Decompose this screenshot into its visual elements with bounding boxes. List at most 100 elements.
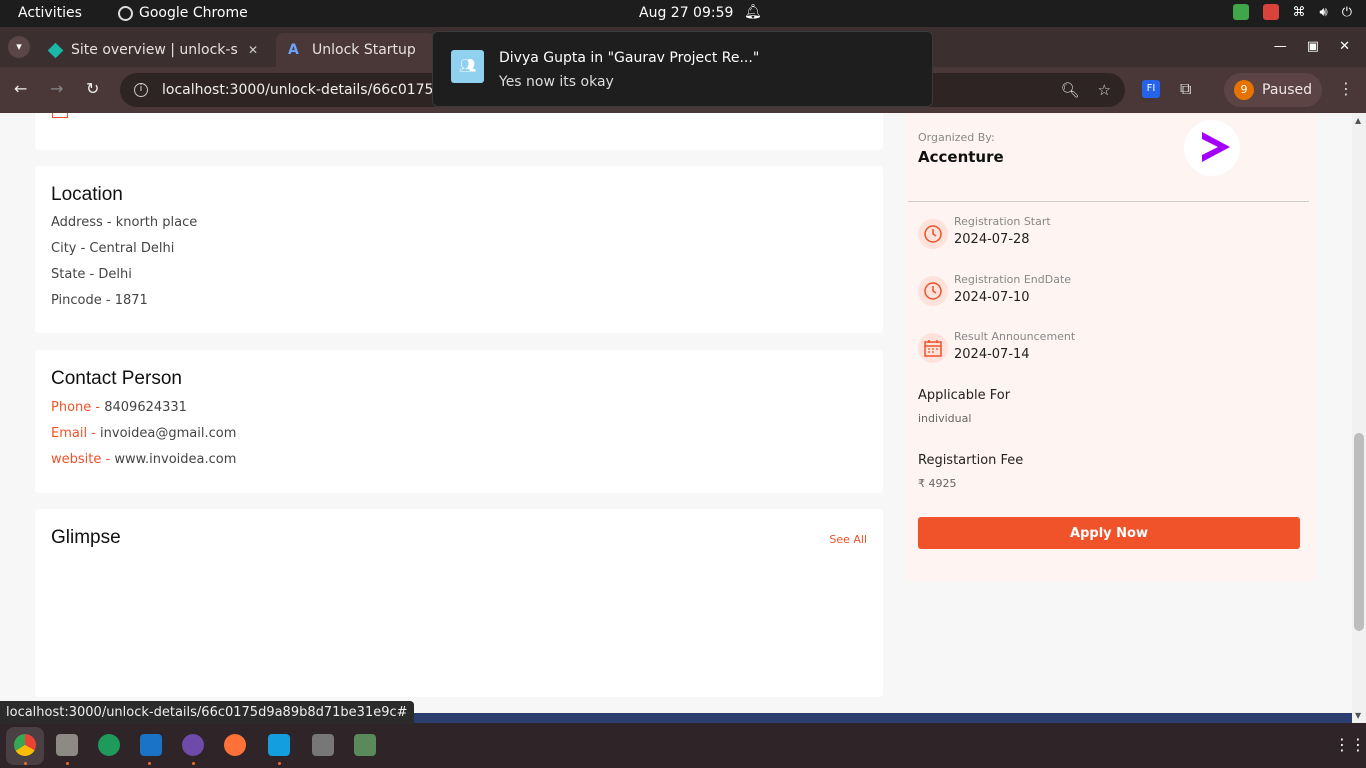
website-value: www.invoidea.com (114, 452, 237, 467)
page-scrollbar[interactable]: ▲ ▼ (1352, 113, 1366, 723)
fee-value: ₹ 4925 (918, 477, 957, 490)
profile-avatar: 9 (1234, 80, 1254, 100)
power-icon[interactable]: ⏻ (1342, 5, 1352, 20)
vscode-icon[interactable] (140, 734, 162, 756)
chrome-icon (118, 5, 133, 21)
running-indicator (66, 762, 69, 765)
phone-value: 8409624331 (104, 400, 187, 415)
email-value: invoidea@gmail.com (100, 426, 237, 441)
notification-popup[interactable]: 👥︎ Divya Gupta in "Gaurav Project Re..."… (432, 31, 933, 107)
organized-by-label: Organized By: (918, 131, 995, 144)
site-info-icon[interactable]: i (134, 83, 148, 97)
reg-end-value: 2024-07-10 (954, 290, 1030, 305)
link-status-bar: localhost:3000/unlock-details/66c0175d9a… (0, 701, 414, 724)
firefox-icon[interactable] (224, 734, 246, 756)
forward-icon[interactable]: → (50, 79, 63, 98)
netlify-icon (47, 42, 64, 58)
state-line: State - Delhi (51, 267, 132, 282)
close-icon[interactable]: ✕ (248, 43, 258, 57)
reg-end-label: Registration EndDate (954, 273, 1072, 286)
running-indicator (278, 762, 281, 765)
glimpse-heading: Glimpse (51, 527, 121, 548)
accenture-logo (1184, 120, 1240, 176)
location-heading: Location (51, 184, 123, 205)
calendar-icon (52, 113, 68, 118)
clock-icon (918, 219, 948, 249)
email-label: Email - (51, 426, 101, 441)
tab-site-overview[interactable]: Site overview | unlock-st ✕ (38, 33, 270, 67)
applicable-label: Applicable For (918, 388, 1011, 403)
github-desktop-icon[interactable] (182, 734, 204, 756)
profile-button[interactable]: 9 Paused (1224, 73, 1322, 107)
url-text: localhost:3000/unlock-details/66c0175d9a… (162, 82, 469, 98)
maximize-icon[interactable]: ▣ (1307, 39, 1319, 54)
running-indicator (24, 762, 27, 765)
reload-icon[interactable]: ↻ (86, 79, 99, 98)
clock-icon (918, 276, 948, 306)
page-content: Location Address - knorth place City - C… (0, 113, 1352, 713)
glimpse-card: Glimpse See All (35, 509, 883, 697)
reg-start-label: Registration Start (954, 215, 1051, 228)
event-details-panel: Organized By: Accenture Registration Sta… (906, 113, 1316, 581)
email-line: Email - invoidea@gmail.com (51, 426, 236, 441)
mongodb-compass-icon[interactable] (98, 734, 120, 756)
result-value: 2024-07-14 (954, 347, 1030, 362)
tray-app-icon[interactable] (1262, 4, 1279, 20)
app-menu[interactable]: Google Chrome (118, 5, 248, 21)
system-tray[interactable]: ⌘ 🔊︎ ⏻ (1232, 4, 1352, 20)
scroll-down-icon[interactable]: ▼ (1355, 711, 1361, 720)
back-icon[interactable]: ← (14, 79, 27, 98)
tab-title: Unlock Startup (312, 42, 416, 58)
apply-now-button[interactable]: Apply Now (918, 517, 1300, 549)
address-line: Address - knorth place (51, 215, 198, 230)
running-indicator (148, 762, 151, 765)
scroll-up-icon[interactable]: ▲ (1355, 116, 1361, 125)
location-card: Location Address - knorth place City - C… (35, 166, 883, 333)
tab-unlock-startup[interactable]: A Unlock Startup (276, 33, 436, 67)
calendar-icon (918, 333, 948, 363)
contact-heading: Contact Person (51, 368, 182, 389)
zoom-icon[interactable]: 🔍︎ (1061, 81, 1080, 99)
pincode-line: Pincode - 1871 (51, 293, 148, 308)
csv-file-icon[interactable] (312, 734, 334, 756)
notification-title: Divya Gupta in "Gaurav Project Re..." (499, 50, 760, 66)
taskbar-dock: ⋮⋮⋮ (0, 723, 1366, 768)
organizer-name: Accenture (918, 148, 1004, 166)
window-controls: — ▣ ✕ (1274, 39, 1350, 54)
close-icon[interactable]: ✕ (1339, 39, 1350, 54)
result-label: Result Announcement (954, 330, 1076, 343)
contact-card: Contact Person Phone - 8409624331 Email … (35, 350, 883, 493)
chrome-icon[interactable] (14, 734, 36, 756)
show-apps-icon[interactable]: ⋮⋮⋮ (1334, 735, 1366, 754)
website-line: website - www.invoidea.com (51, 452, 236, 467)
activities-button[interactable]: Activities (18, 5, 82, 21)
divider (908, 201, 1309, 202)
extensions-puzzle-icon[interactable]: ⧉ (1180, 79, 1191, 99)
phone-line: Phone - 8409624331 (51, 400, 187, 415)
app-name: Google Chrome (139, 5, 248, 21)
reg-start-value: 2024-07-28 (954, 232, 1030, 247)
files-icon[interactable] (56, 734, 78, 756)
bell-icon[interactable]: 🔔︎ (744, 4, 762, 20)
city-line: City - Central Delhi (51, 241, 175, 256)
see-all-link[interactable]: See All (829, 533, 867, 546)
bookmark-star-icon[interactable]: ☆ (1098, 81, 1111, 99)
phone-label: Phone - (51, 400, 105, 415)
fee-label: Registartion Fee (918, 453, 1024, 468)
unlock-startup-icon: A (288, 42, 299, 58)
clock[interactable]: Aug 27 09:59 (639, 5, 733, 21)
chat-group-icon: 👥︎ (451, 50, 484, 83)
network-icon[interactable]: ⌘ (1293, 5, 1306, 20)
tray-app-icon[interactable] (1232, 4, 1249, 20)
extension-icon[interactable]: FI (1142, 80, 1160, 98)
previous-card (35, 113, 883, 150)
scrollbar-thumb[interactable] (1354, 433, 1364, 631)
trash-icon[interactable] (354, 734, 376, 756)
minimize-icon[interactable]: — (1274, 39, 1287, 54)
skype-icon[interactable] (268, 734, 290, 756)
website-label: website - (51, 452, 115, 467)
tab-search-icon[interactable]: ▾ (8, 36, 30, 58)
menu-kebab-icon[interactable]: ⋮ (1338, 79, 1354, 98)
volume-icon[interactable]: 🔊︎ (1320, 5, 1328, 20)
applicable-value: individual (918, 412, 972, 425)
